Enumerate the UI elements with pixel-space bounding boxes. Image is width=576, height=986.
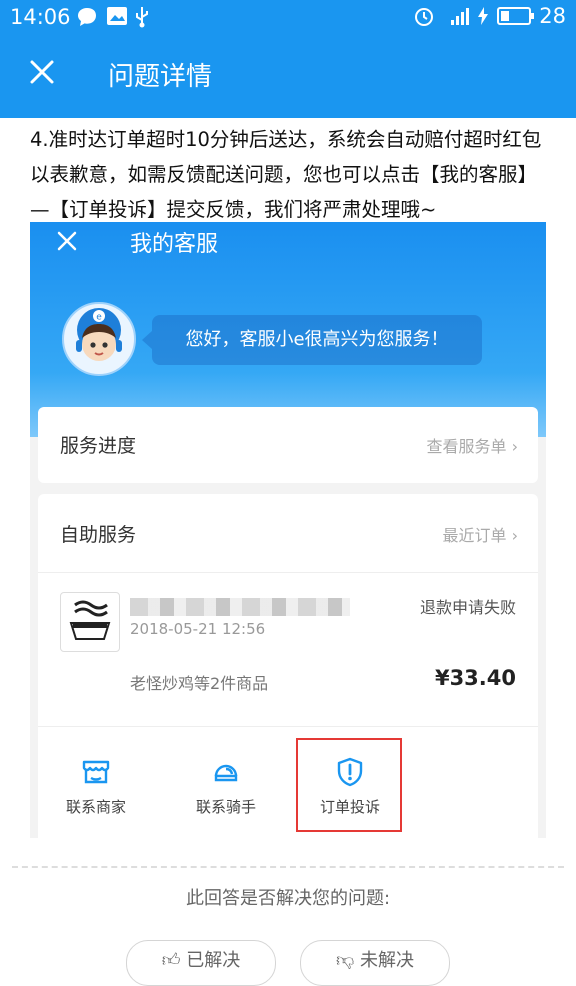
contact-rider-action: 联系骑手 — [176, 756, 276, 817]
rider-icon — [214, 764, 238, 782]
page-title: 问题详情 — [108, 62, 213, 92]
chevron-right-icon: › — [511, 526, 518, 545]
order-status: 退款申请失败 — [419, 598, 516, 617]
recent-orders-text: 最近订单 — [442, 526, 507, 545]
view-service-orders-text: 查看服务单 — [426, 437, 507, 456]
service-progress-label: 服务进度 — [60, 435, 137, 457]
thumbs-up-icon: 👍︎ — [161, 950, 187, 971]
dashed-divider — [12, 866, 564, 868]
view-service-orders-link: 查看服务单 › — [426, 433, 518, 457]
svg-text:e: e — [96, 313, 102, 323]
battery-icon — [497, 7, 535, 25]
chevron-right-icon: › — [511, 437, 518, 456]
unsolved-label: 未解决 — [360, 950, 414, 971]
self-service-label: 自助服务 — [60, 524, 137, 546]
order-price: ¥33.40 — [434, 666, 516, 690]
order-items: 老怪炒鸡等2件商品 — [130, 674, 269, 693]
blurred-store-name — [130, 598, 350, 616]
divider — [38, 572, 538, 573]
app-bar: 问题详情 — [0, 34, 576, 118]
service-avatar: e — [62, 302, 136, 376]
divider — [38, 726, 538, 727]
status-right-group: 28 — [413, 4, 566, 28]
store-icon — [82, 760, 110, 784]
chat-notification-icon — [78, 8, 96, 26]
feedback-question: 此回答是否解决您的问题: — [185, 888, 391, 909]
thumbs-down-icon: 👎︎ — [336, 950, 360, 971]
image-notification-icon — [107, 7, 127, 25]
usb-icon — [136, 7, 148, 28]
store-logo — [60, 592, 120, 652]
highlight-box — [296, 738, 402, 832]
charging-icon — [478, 7, 489, 25]
service-mascot-icon: e — [76, 308, 122, 361]
alarm-icon — [415, 8, 434, 26]
battery-level: 28 — [539, 4, 566, 28]
close-icon[interactable] — [28, 58, 56, 86]
contact-rider-label: 联系骑手 — [195, 798, 256, 816]
embedded-screenshot: 我的客服 e 您好，客服小e很高兴为您服务！ 服务进度 查看服务单 › 自助服务… — [30, 222, 546, 838]
signal-icon — [451, 8, 470, 25]
greeting-bubble: 您好，客服小e很高兴为您服务！ — [142, 315, 482, 365]
service-progress-card: 服务进度 查看服务单 › — [38, 407, 538, 483]
recent-orders-link: 最近订单 › — [442, 522, 518, 546]
screenshot-title: 我的客服 — [130, 232, 219, 257]
contact-merchant-label: 联系商家 — [65, 798, 126, 816]
self-service-card: 自助服务 最近订单 › 退款申请失败 2018-05-21 12:56 老怪炒鸡… — [38, 494, 538, 838]
contact-merchant-action: 联系商家 — [46, 756, 146, 817]
screenshot-close-icon — [57, 231, 77, 251]
order-datetime: 2018-05-21 12:56 — [130, 620, 266, 638]
store-logo-icon — [69, 600, 111, 640]
solved-button[interactable]: 👍︎ 已解决 — [126, 940, 276, 986]
solved-label: 已解决 — [186, 950, 241, 971]
status-time: 14:06 — [10, 5, 71, 29]
unsolved-button[interactable]: 👎︎ 未解决 — [300, 940, 450, 986]
status-bar: 14:06 28 — [0, 0, 576, 34]
article-text: 4.准时达订单超时10分钟后送达，系统会自动赔付超时红包以表歉意，如需反馈配送问… — [30, 128, 542, 221]
